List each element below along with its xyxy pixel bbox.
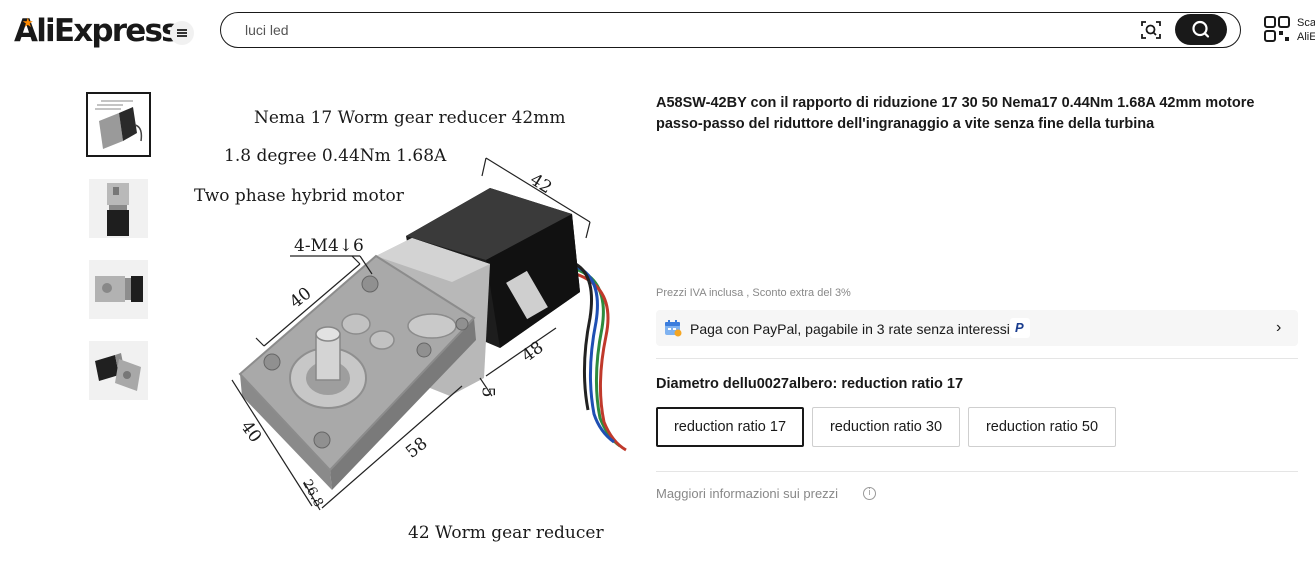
thumbnail-2[interactable] — [86, 176, 151, 241]
option-reduction-ratio-30[interactable]: reduction ratio 30 — [812, 407, 960, 447]
search-button[interactable] — [1175, 14, 1227, 45]
option-reduction-ratio-17[interactable]: reduction ratio 17 — [656, 407, 804, 447]
thumbnail-image — [89, 341, 148, 400]
divider — [656, 471, 1298, 472]
thumbnail-image — [89, 260, 148, 319]
dimension-5: 5 — [477, 386, 498, 398]
aliexpress-logo[interactable]: AliExpress — [14, 12, 180, 50]
header: AliExpress ★ Sca AliE — [0, 0, 1315, 64]
app-download-text[interactable]: Sca AliE — [1297, 16, 1315, 44]
calendar-payment-icon — [665, 320, 682, 337]
qr-code-icon[interactable] — [1264, 16, 1290, 42]
chevron-right-icon[interactable]: › — [1276, 319, 1281, 337]
divider — [656, 358, 1298, 359]
thumbnail-image — [89, 95, 148, 154]
more-price-info-link[interactable]: Maggiori informazioni sui prezzi — [656, 486, 838, 501]
thumbnail-4[interactable] — [86, 338, 151, 403]
paypal-logo-icon: P — [1010, 318, 1030, 338]
image-text-bottom: 42 Worm gear reducer — [408, 523, 604, 543]
image-text-line-3: Two phase hybrid motor — [194, 186, 404, 206]
image-text-line-1: Nema 17 Worm gear reducer 42mm — [254, 108, 566, 128]
menu-icon[interactable] — [170, 21, 194, 45]
paypal-installments-row[interactable]: Paga con PayPal, pagabile in 3 rate senz… — [656, 310, 1298, 346]
search-icon — [1192, 20, 1210, 38]
paypal-text: Paga con PayPal, pagabile in 3 rate senz… — [690, 321, 1014, 337]
price-tax-note: Prezzi IVA inclusa , Sconto extra del 3% — [656, 287, 851, 299]
thumbnail-1[interactable] — [86, 92, 151, 157]
image-search-icon[interactable] — [1139, 18, 1163, 42]
thumbnail-3[interactable] — [86, 257, 151, 322]
search-bar — [220, 12, 1241, 48]
option-reduction-ratio-50[interactable]: reduction ratio 50 — [968, 407, 1116, 447]
search-input[interactable] — [245, 21, 1125, 39]
variant-label: Diametro dellu0027albero: reduction rati… — [656, 376, 964, 392]
image-text-screw: 4-M4↓6 — [294, 236, 364, 256]
main-product-image[interactable]: Nema 17 Worm gear reducer 42mm 1.8 degre… — [180, 78, 635, 558]
thumbnail-image — [89, 179, 148, 238]
product-title: A58SW-42BY con il rapporto di riduzione … — [656, 95, 1255, 132]
logo-star-icon: ★ — [22, 15, 34, 30]
image-text-line-2: 1.8 degree 0.44Nm 1.68A — [224, 146, 447, 166]
info-icon[interactable]: i — [863, 487, 876, 500]
